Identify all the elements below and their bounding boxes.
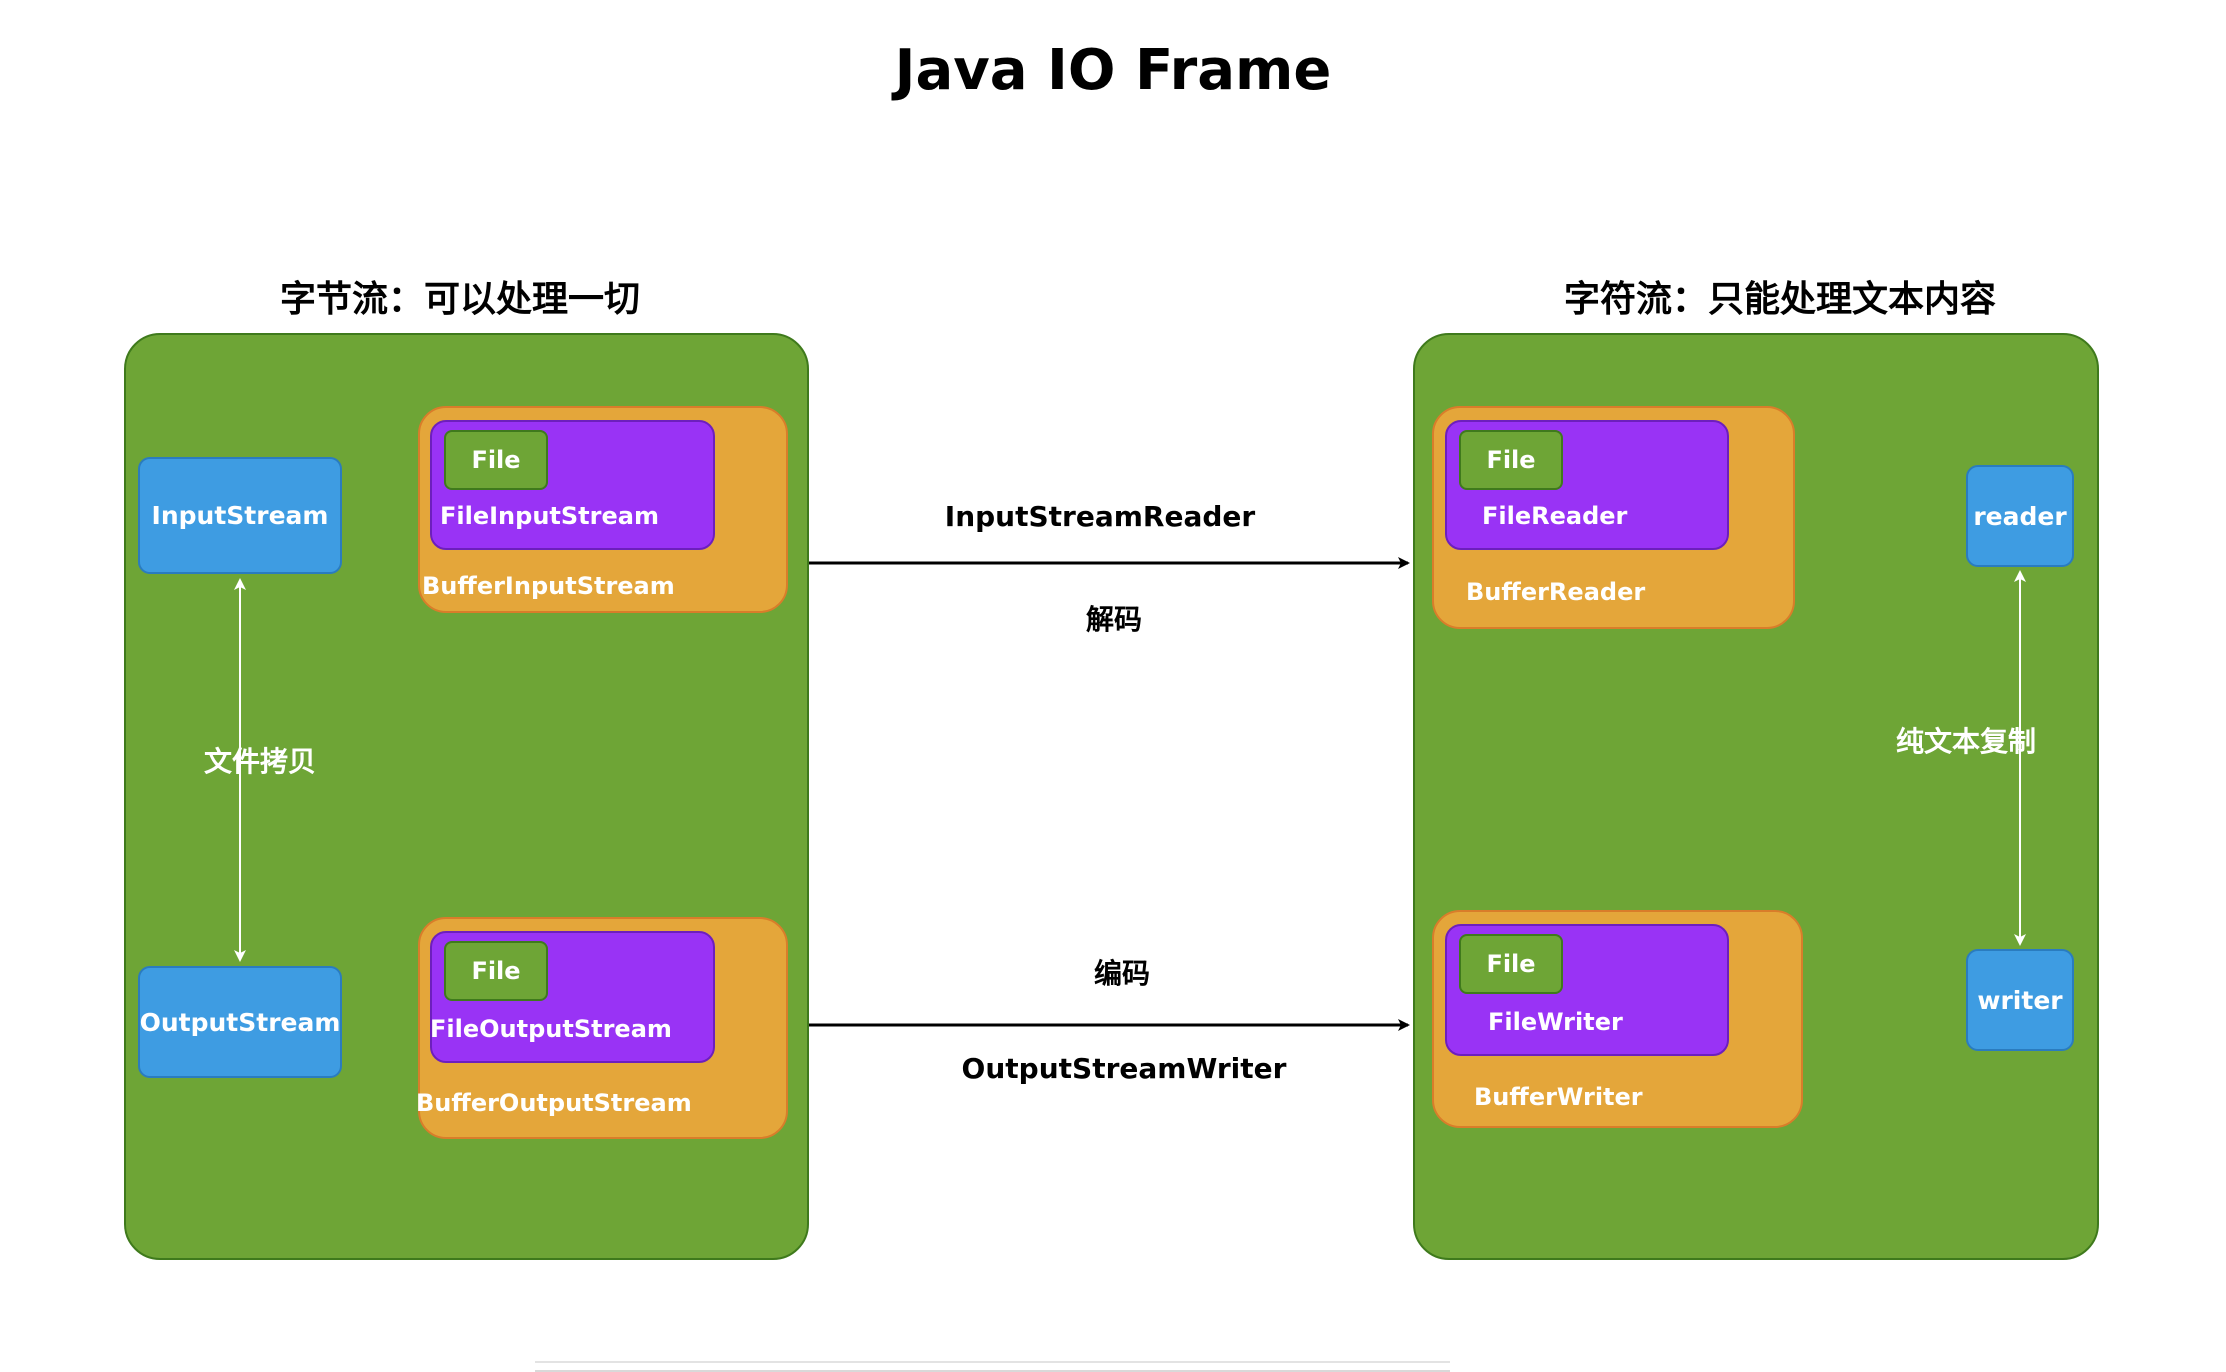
input-stream-reader-label: InputStreamReader bbox=[944, 500, 1256, 533]
encode-label: 编码 bbox=[1093, 957, 1150, 990]
decode-label: 解码 bbox=[1085, 603, 1142, 636]
bottom-divider-visible bbox=[535, 1361, 1450, 1363]
output-stream-writer-label: OutputStreamWriter bbox=[961, 1052, 1287, 1085]
plain-text-copy-label: 纯文本复制 bbox=[1896, 725, 2037, 758]
arrow-layer bbox=[234, 557, 2026, 1031]
file-copy-label: 文件拷贝 bbox=[204, 745, 317, 778]
